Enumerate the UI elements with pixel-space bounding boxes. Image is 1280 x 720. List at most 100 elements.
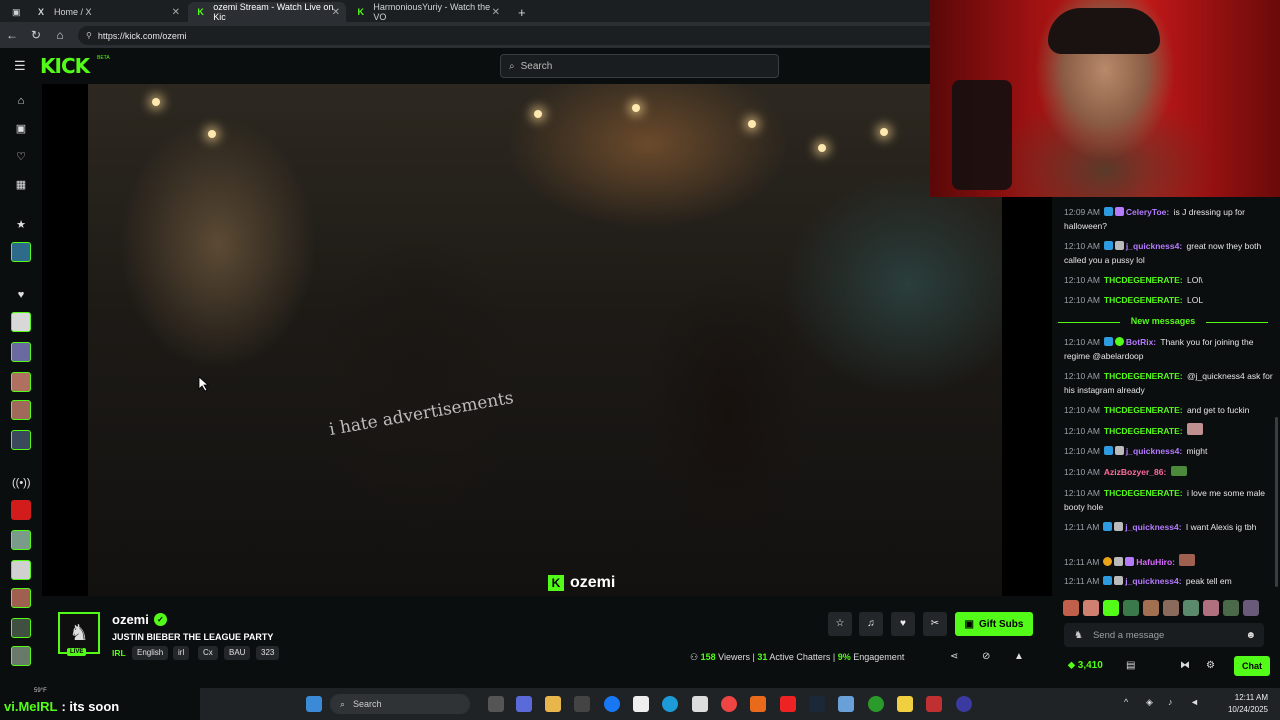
stream-tag[interactable]: Cx xyxy=(198,646,218,660)
sidebar-channel-avatar[interactable] xyxy=(11,312,31,332)
back-icon[interactable]: ← xyxy=(0,28,24,42)
sidebar-channel-avatar[interactable] xyxy=(11,646,31,666)
gift-subs-button[interactable]: ▣ Gift Subs xyxy=(955,612,1033,636)
sidebar-channel-avatar[interactable] xyxy=(11,242,31,262)
emote-icon[interactable] xyxy=(1243,600,1259,616)
message-username[interactable]: THCDEGENERATE: xyxy=(1104,405,1183,415)
xbox-icon[interactable] xyxy=(868,696,884,712)
favorite-star-button[interactable]: ☆ xyxy=(828,612,852,636)
settings-icon[interactable]: ⚙ xyxy=(1206,660,1215,671)
sidebar-channel-avatar[interactable] xyxy=(11,560,31,580)
kick-logo[interactable]: KICK xyxy=(40,54,90,78)
taskbar-clock[interactable]: 12:11 AM 10/24/2025 xyxy=(1228,692,1268,716)
task-view-icon[interactable] xyxy=(488,696,504,712)
volume-icon[interactable]: ◄ xyxy=(1190,697,1199,707)
taskbar-search[interactable]: ⌕ Search xyxy=(330,694,470,714)
app-icon[interactable] xyxy=(838,696,854,712)
close-tab-icon[interactable]: ✕ xyxy=(492,7,500,18)
new-messages-divider[interactable]: New messages xyxy=(1058,316,1268,328)
amazon-icon[interactable] xyxy=(633,696,649,712)
close-tab-icon[interactable]: ✕ xyxy=(332,7,340,18)
stream-tag[interactable]: 323 xyxy=(256,646,280,660)
streamer-name[interactable]: ozemi xyxy=(112,612,149,627)
hide-icon[interactable]: ⊘ xyxy=(982,651,990,662)
chat-input[interactable]: ♞ Send a message ☻ xyxy=(1064,623,1264,647)
message-username[interactable]: THCDEGENERATE: xyxy=(1104,426,1183,436)
live-broadcast-icon[interactable]: ((•)) xyxy=(12,474,31,492)
emote-icon[interactable] xyxy=(1063,600,1079,616)
edge-icon[interactable] xyxy=(662,696,678,712)
categories-nav-icon[interactable]: ▦ xyxy=(12,176,30,194)
channel-points[interactable]: ⬥ 3,410 xyxy=(1068,660,1103,671)
emote-icon[interactable] xyxy=(1103,600,1119,616)
url-field[interactable]: ⚲ https://kick.com/ozemi xyxy=(78,26,938,45)
reload-icon[interactable]: ↻ xyxy=(24,28,48,42)
emote-icon[interactable] xyxy=(1223,600,1239,616)
video-player[interactable]: i hate advertisements K ozemi xyxy=(42,84,1052,596)
bookmark-icon[interactable]: ⧓ xyxy=(1180,660,1190,671)
stream-tag[interactable]: irl xyxy=(173,646,190,660)
message-username[interactable]: CeleryToe: xyxy=(1126,207,1169,217)
sidebar-channel-avatar[interactable] xyxy=(11,372,31,392)
file-explorer-icon[interactable] xyxy=(545,696,561,712)
follow-heart-button[interactable]: ♥ xyxy=(891,612,915,636)
site-info-icon[interactable]: ⚲ xyxy=(86,31,92,40)
stream-category[interactable]: IRL xyxy=(112,648,126,658)
tray-overflow-icon[interactable]: ^ xyxy=(1124,697,1128,707)
notes-icon[interactable] xyxy=(897,696,913,712)
chat-scrollbar[interactable] xyxy=(1275,417,1278,587)
tab-actions-button[interactable]: ▣ xyxy=(4,2,24,22)
menu-icon[interactable]: ☰ xyxy=(14,58,26,74)
sidebar-channel-avatar[interactable] xyxy=(11,342,31,362)
message-username[interactable]: j_quickness4: xyxy=(1126,241,1182,251)
heart-icon[interactable]: ♥ xyxy=(12,286,30,304)
chrome-icon[interactable] xyxy=(721,696,737,712)
message-username[interactable]: THCDEGENERATE: xyxy=(1104,295,1183,305)
weather-widget[interactable]: 59°F xyxy=(0,688,60,700)
message-username[interactable]: THCDEGENERATE: xyxy=(1104,275,1183,285)
start-menu-icon[interactable] xyxy=(306,696,322,712)
report-icon[interactable]: ▲ xyxy=(1014,651,1024,662)
youtube-icon[interactable] xyxy=(780,696,796,712)
message-username[interactable]: THCDEGENERATE: xyxy=(1104,488,1183,498)
emote-icon[interactable] xyxy=(1203,600,1219,616)
following-nav-icon[interactable]: ♡ xyxy=(12,148,30,166)
share-icon[interactable]: ⋖ xyxy=(950,651,958,662)
emoji-icon[interactable]: ☻ xyxy=(1245,630,1256,641)
sidebar-channel-avatar[interactable] xyxy=(11,618,31,638)
app-icon[interactable] xyxy=(926,696,942,712)
stream-tag[interactable]: BAU xyxy=(224,646,251,660)
obs-icon[interactable] xyxy=(956,696,972,712)
tab-home-x[interactable]: X Home / X ✕ xyxy=(28,2,186,22)
microphone-icon[interactable]: ♪ xyxy=(1168,697,1173,707)
steam-icon[interactable] xyxy=(809,696,825,712)
emote-icon[interactable] xyxy=(1163,600,1179,616)
emote-icon[interactable] xyxy=(1123,600,1139,616)
star-icon[interactable]: ★ xyxy=(12,216,30,234)
sidebar-channel-avatar[interactable] xyxy=(11,430,31,450)
store-icon[interactable]: ▤ xyxy=(1126,660,1135,671)
browse-nav-icon[interactable]: ▣ xyxy=(12,120,30,138)
clip-button[interactable]: ✂ xyxy=(923,612,947,636)
vlc-icon[interactable] xyxy=(750,696,766,712)
emote-icon[interactable] xyxy=(1143,600,1159,616)
tab-harmoniousyuriy[interactable]: K HarmoniousYuriy - Watch the VO ✕ xyxy=(348,2,506,22)
sidebar-channel-avatar[interactable] xyxy=(11,400,31,420)
new-tab-button[interactable]: + xyxy=(510,2,530,22)
sidebar-channel-avatar[interactable] xyxy=(11,588,31,608)
emote-icon[interactable] xyxy=(1183,600,1199,616)
calculator-icon[interactable] xyxy=(692,696,708,712)
message-username[interactable]: j_quickness4: xyxy=(1125,522,1181,532)
network-icon[interactable]: ◈ xyxy=(1146,697,1153,708)
chat-send-button[interactable]: Chat xyxy=(1234,656,1270,676)
message-username[interactable]: BotRix: xyxy=(1126,337,1156,347)
tab-ozemi[interactable]: K ozemi Stream - Watch Live on Kic ✕ xyxy=(188,2,346,22)
home-nav-icon[interactable]: ⌂ xyxy=(12,92,30,110)
store-app-icon[interactable] xyxy=(574,696,590,712)
message-username[interactable]: j_quickness4: xyxy=(1126,446,1182,456)
message-username[interactable]: HafuHiro: xyxy=(1136,557,1175,567)
sidebar-channel-avatar[interactable] xyxy=(11,530,31,550)
search-input[interactable]: ⌕ Search xyxy=(500,54,779,78)
emote-icon[interactable] xyxy=(1083,600,1099,616)
stream-tag[interactable]: English xyxy=(132,646,169,660)
